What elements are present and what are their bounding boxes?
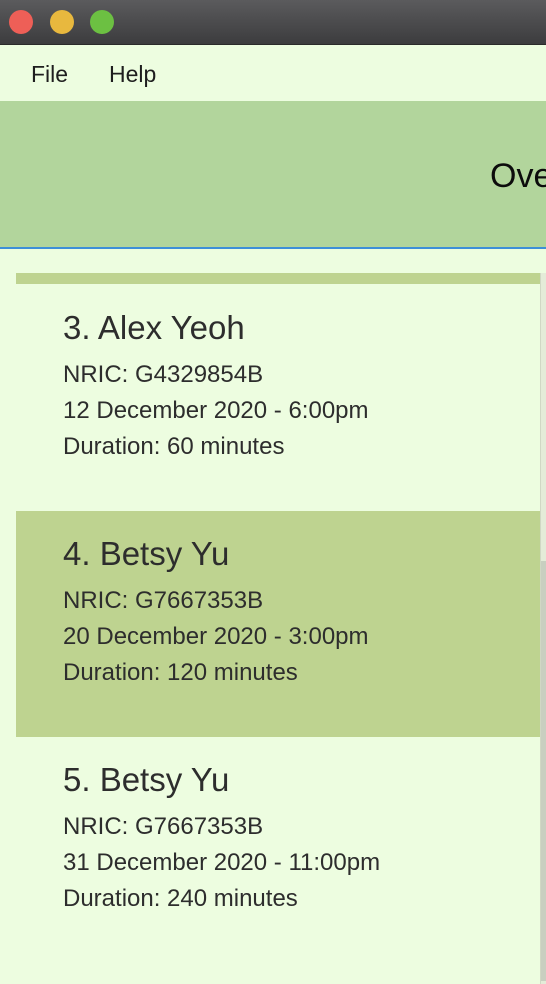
menu-bar: File Help	[0, 45, 546, 101]
menu-file[interactable]: File	[31, 61, 68, 88]
header-panel: Ove	[0, 101, 546, 249]
zoom-window-icon[interactable]	[90, 10, 114, 34]
vertical-scrollbar[interactable]	[540, 273, 546, 984]
page-title: Ove	[490, 157, 546, 195]
appointment-datetime: 20 December 2020 - 3:00pm	[63, 623, 369, 650]
appointment-datetime: 31 December 2020 - 11:00pm	[63, 849, 381, 876]
appointment-duration: Duration: 120 minutes	[63, 659, 298, 686]
minimize-window-icon[interactable]	[50, 10, 74, 34]
appointment-card[interactable]: 3. Alex Yeoh NRIC: G4329854B 12 December…	[16, 285, 540, 511]
appointment-duration: Duration: 60 minutes	[63, 433, 285, 460]
appointment-duration: Duration: 240 minutes	[63, 885, 298, 912]
appointment-card-selected[interactable]: 4. Betsy Yu NRIC: G7667353B 20 December …	[16, 511, 540, 737]
appointment-list[interactable]: 3. Alex Yeoh NRIC: G4329854B 12 December…	[0, 249, 546, 984]
close-window-icon[interactable]	[9, 10, 33, 34]
menu-help[interactable]: Help	[109, 61, 156, 88]
window-titlebar	[0, 0, 546, 45]
appointment-nric: NRIC: G4329854B	[63, 361, 264, 388]
appointment-title: 4. Betsy Yu	[63, 535, 230, 572]
appointment-title: 5. Betsy Yu	[63, 761, 230, 798]
appointment-title: 3. Alex Yeoh	[63, 309, 245, 346]
appointment-nric: NRIC: G7667353B	[63, 587, 264, 614]
scrollbar-thumb[interactable]	[541, 561, 546, 981]
appointment-nric: NRIC: G7667353B	[63, 813, 264, 840]
appointment-datetime: 12 December 2020 - 6:00pm	[63, 397, 369, 424]
previous-card-edge[interactable]	[16, 273, 540, 284]
appointment-card[interactable]: 5. Betsy Yu NRIC: G7667353B 31 December …	[16, 737, 540, 963]
